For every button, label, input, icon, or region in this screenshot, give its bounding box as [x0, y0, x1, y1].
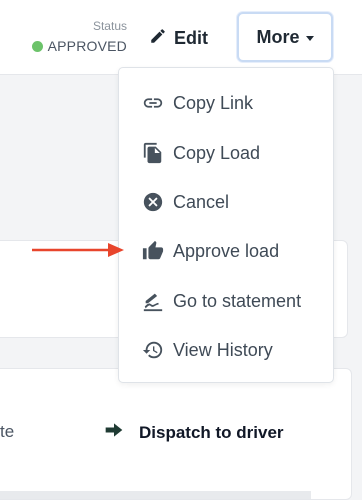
dispatch-label: Dispatch to driver: [139, 422, 284, 442]
menu-item-copy-link[interactable]: Copy Link: [141, 88, 253, 118]
copy-icon: [141, 141, 165, 165]
status-label: Status: [92, 19, 127, 33]
history-icon: [141, 338, 165, 362]
menu-item-copy-load[interactable]: Copy Load: [141, 138, 260, 168]
pencil-icon: [149, 27, 167, 50]
load-header: Status APPROVED Edit More: [0, 0, 362, 75]
annotation-arrow-icon: [32, 243, 124, 257]
thumbs-up-icon: [141, 239, 165, 263]
menu-item-approve-load[interactable]: Approve load: [141, 236, 279, 266]
menu-item-label: View History: [173, 339, 273, 360]
menu-item-go-to-statement[interactable]: Go to statement: [141, 286, 301, 316]
status-badge: APPROVED: [31, 38, 127, 54]
more-dropdown-menu: Copy Link Copy Load Cancel Approve load …: [118, 67, 334, 383]
link-icon: [141, 91, 165, 115]
caret-down-icon: [305, 35, 314, 41]
status-dot-icon: [31, 40, 43, 52]
more-dropdown-button[interactable]: More: [237, 12, 333, 62]
signature-icon: [141, 289, 165, 313]
edit-button-label: Edit: [174, 27, 208, 48]
truncated-label: te: [0, 422, 15, 441]
arrow-right-icon: [104, 420, 124, 445]
menu-item-label: Approve load: [173, 240, 280, 261]
menu-item-label: Copy Link: [173, 92, 254, 113]
menu-item-view-history[interactable]: View History: [141, 335, 273, 365]
status-value: APPROVED: [47, 38, 127, 54]
cancel-circle-icon: [141, 190, 165, 214]
edit-button[interactable]: Edit: [149, 24, 208, 52]
menu-item-label: Go to statement: [173, 290, 302, 311]
menu-item-cancel[interactable]: Cancel: [141, 187, 229, 217]
dispatch-to-driver-button[interactable]: Dispatch to driver: [104, 420, 284, 445]
menu-item-label: Copy Load: [173, 142, 261, 163]
menu-item-label: Cancel: [173, 191, 230, 212]
card-divider: [0, 491, 311, 499]
more-button-label: More: [256, 26, 300, 47]
